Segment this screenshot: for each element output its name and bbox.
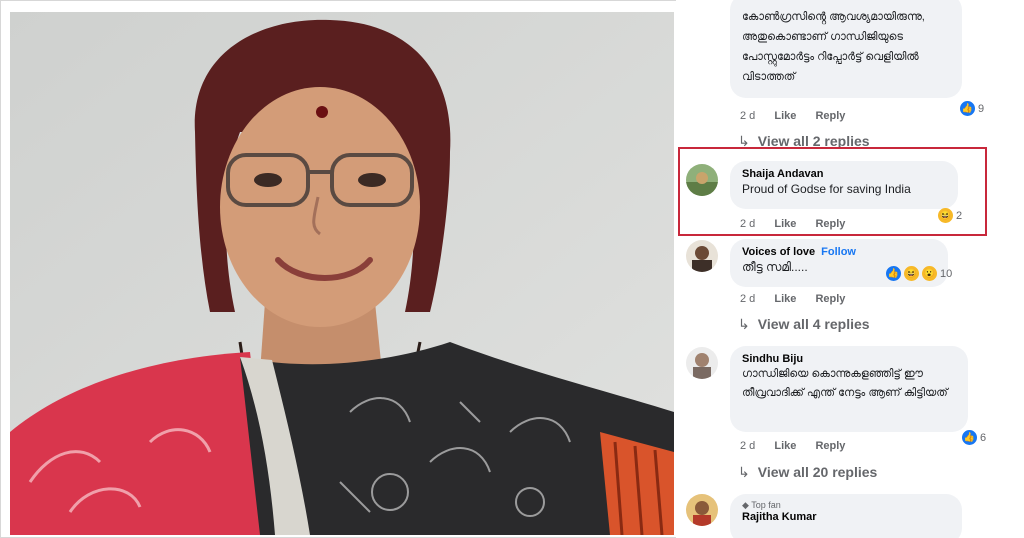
commenter-name-row: Voices of love Follow: [742, 246, 936, 258]
like-button[interactable]: Like: [774, 293, 796, 305]
comment-meta: 2 d Like Reply: [740, 218, 861, 230]
reaction-number: 2: [956, 209, 963, 222]
reply-arrow-icon: ↳: [738, 464, 750, 480]
commenter-name[interactable]: Sindhu Biju: [742, 353, 956, 365]
like-button[interactable]: Like: [774, 218, 796, 230]
reaction-number: 6: [980, 431, 987, 444]
follow-button[interactable]: Follow: [821, 246, 856, 258]
top-fan-badge: ◆ Top fan: [742, 500, 781, 510]
comment-text: ഗാന്ധിജിയെ കൊന്നുകളഞ്ഞിട്ട് ഈ തീവ്രവാദിക…: [742, 368, 948, 399]
reaction-number: 10: [940, 267, 953, 280]
comment-meta: 2 d Like Reply: [740, 293, 861, 305]
reaction-number: 9: [978, 102, 985, 115]
profile-photo: [10, 12, 674, 535]
comment-meta: 2 d Like Reply: [740, 440, 861, 452]
comment-time: 2 d: [740, 218, 756, 230]
comment-time: 2 d: [740, 293, 756, 305]
reply-button[interactable]: Reply: [815, 218, 845, 230]
reply-button[interactable]: Reply: [815, 293, 845, 305]
like-reaction-icon: 👍: [886, 266, 901, 281]
avatar[interactable]: [686, 494, 718, 526]
commenter-name[interactable]: Shaija Andavan: [742, 168, 946, 180]
comment-bubble: ◆ Top fan Rajitha Kumar: [730, 494, 962, 538]
avatar[interactable]: [686, 240, 718, 272]
view-replies-link[interactable]: ↳ View all 4 replies: [738, 316, 870, 333]
like-button[interactable]: Like: [774, 110, 796, 122]
comment-bubble: Shaija Andavan Proud of Godse for saving…: [730, 161, 958, 209]
like-reaction-icon: 👍: [962, 430, 977, 445]
comment-time: 2 d: [740, 110, 756, 122]
avatar[interactable]: [686, 347, 718, 379]
comment-meta: 2 d Like Reply: [740, 110, 861, 122]
reply-arrow-icon: ↳: [738, 316, 750, 332]
commenter-name[interactable]: Voices of love: [742, 246, 815, 258]
reaction-count[interactable]: 👍 9: [960, 101, 984, 116]
commenter-name[interactable]: Rajitha Kumar: [742, 511, 950, 523]
reaction-count[interactable]: 👍 😆 😮 10: [886, 266, 952, 281]
avatar[interactable]: [686, 164, 718, 196]
top-fan-label: Top fan: [751, 500, 781, 510]
comment-text: Proud of Godse for saving India: [742, 182, 911, 196]
haha-reaction-icon: 😆: [904, 266, 919, 281]
comment-bubble: കോൺഗ്രസിൻ്റെ ആവശ്യമായിരുന്നു, അതുകൊണ്ടാണ…: [730, 0, 962, 98]
view-replies-label: View all 20 replies: [757, 464, 878, 480]
view-replies-link[interactable]: ↳ View all 20 replies: [738, 464, 877, 481]
like-reaction-icon: 👍: [960, 101, 975, 116]
comment-time: 2 d: [740, 440, 756, 452]
reply-button[interactable]: Reply: [815, 440, 845, 452]
like-button[interactable]: Like: [774, 440, 796, 452]
view-replies-label: View all 4 replies: [757, 316, 870, 332]
haha-reaction-icon: 😆: [938, 208, 953, 223]
reply-button[interactable]: Reply: [815, 110, 845, 122]
comment-text: കോൺഗ്രസിൻ്റെ ആവശ്യമായിരുന്നു, അതുകൊണ്ടാണ…: [742, 11, 925, 83]
reaction-count[interactable]: 👍 6: [962, 430, 986, 445]
wow-reaction-icon: 😮: [922, 266, 937, 281]
comments-panel: കോൺഗ്രസിൻ്റെ ആവശ്യമായിരുന്നു, അതുകൊണ്ടാണ…: [676, 0, 1024, 538]
comment-bubble: Sindhu Biju ഗാന്ധിജിയെ കൊന്നുകളഞ്ഞിട്ട് …: [730, 346, 968, 432]
reaction-count[interactable]: 😆 2: [938, 208, 962, 223]
